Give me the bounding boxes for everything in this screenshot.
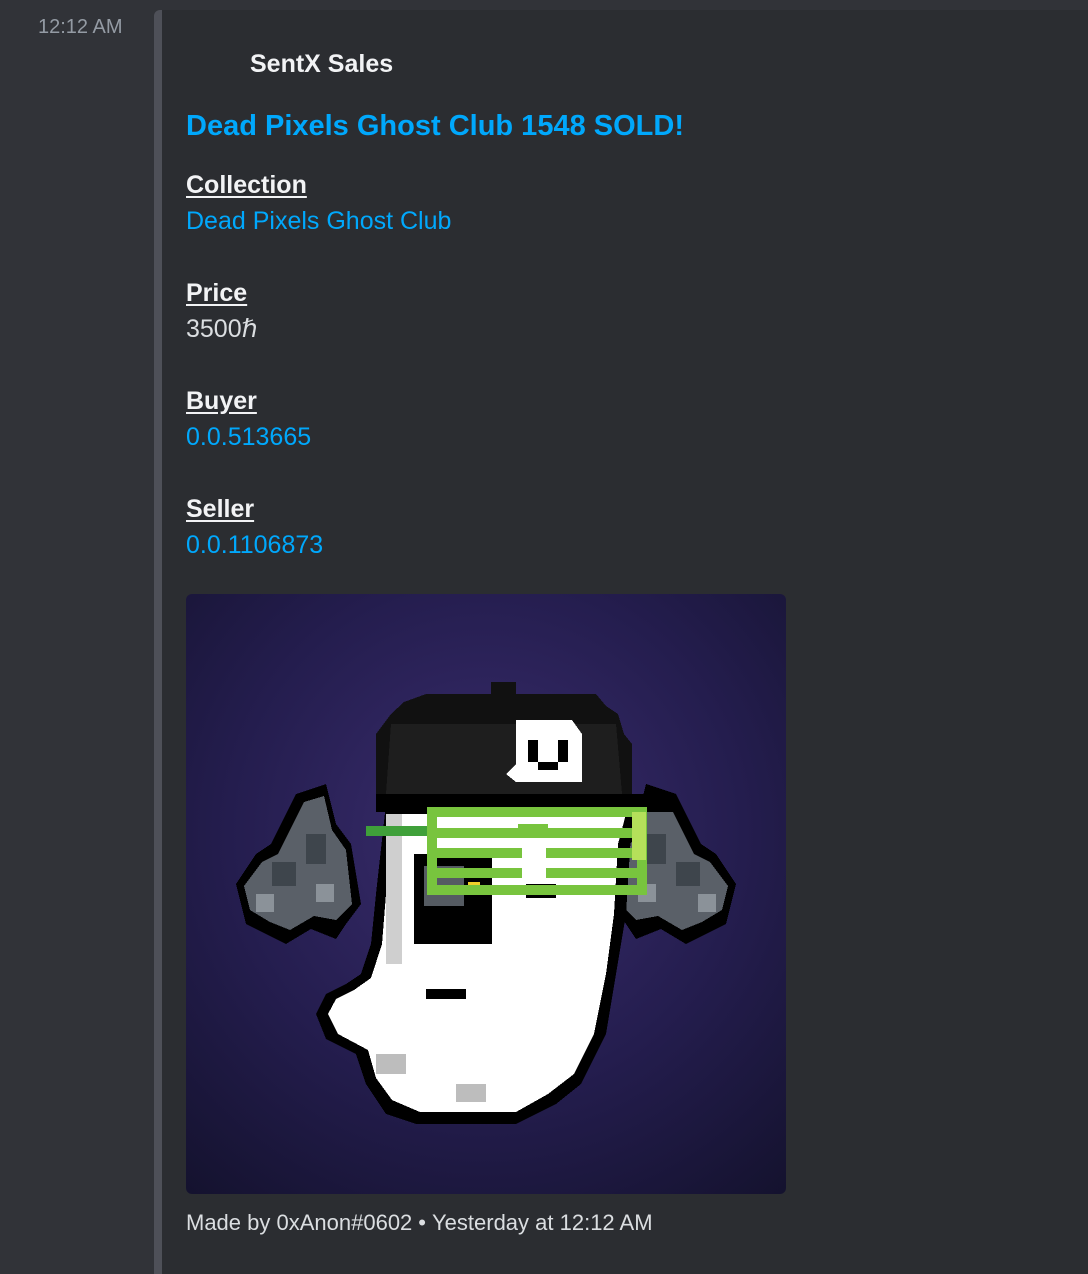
embed-title-link[interactable]: Dead Pixels Ghost Club 1548 SOLD! [186, 110, 684, 143]
price-value: 3500ℏ [186, 315, 258, 343]
eye-patch [414, 854, 492, 944]
ghost-pixel-art [236, 682, 736, 1124]
field-seller: Seller 0.0.1106873 [186, 492, 323, 564]
embed-nft-image[interactable] [186, 594, 786, 1194]
field-price-name: Price [186, 279, 248, 307]
footer-made-by: Made by 0xAnon#0602 [186, 1210, 413, 1235]
embed-footer: Made by 0xAnon#0602 • Yesterday at 12:12 A… [186, 1210, 653, 1236]
field-seller-name: Seller [186, 495, 255, 523]
message-timestamp: 12:12 AM [38, 16, 123, 38]
field-buyer-name: Buyer [186, 387, 257, 415]
field-buyer: Buyer 0.0.513665 [186, 384, 311, 456]
field-price: Price 3500ℏ [186, 276, 257, 348]
buyer-link[interactable]: 0.0.513665 [186, 418, 311, 456]
collection-link[interactable]: Dead Pixels Ghost Club [186, 202, 451, 240]
sale-embed: SentX Sales Dead Pixels Ghost Club 1548 … [154, 10, 1088, 1274]
seller-link[interactable]: 0.0.1106873 [186, 526, 323, 564]
embed-author[interactable]: SentX Sales [250, 50, 393, 79]
footer-separator: • [418, 1210, 426, 1235]
footer-time: Yesterday at 12:12 AM [432, 1210, 653, 1235]
left-wing [236, 784, 361, 944]
field-collection: Collection Dead Pixels Ghost Club [186, 168, 451, 240]
field-collection-name: Collection [186, 171, 307, 199]
beanie-hat [376, 682, 676, 812]
